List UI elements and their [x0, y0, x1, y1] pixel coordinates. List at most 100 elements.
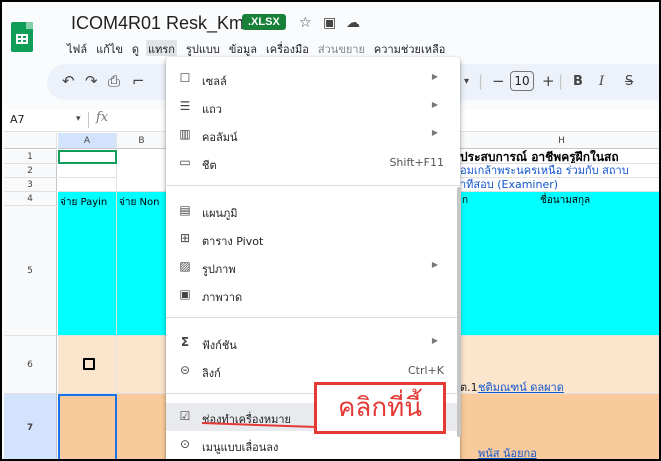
font-size-input[interactable]: 10	[510, 71, 534, 91]
annotation-callout: คลิกที่นี้	[314, 382, 446, 434]
sheet-icon: ▭	[179, 155, 191, 169]
cell-a6[interactable]	[58, 336, 117, 394]
cell-h6[interactable]: ต.1 ชติมณฑน์ ดลผาด	[460, 336, 659, 394]
menu-edit[interactable]: แก้ไข	[96, 40, 123, 56]
menu-file[interactable]: ไฟล์	[67, 40, 87, 56]
bold-button[interactable]: B	[573, 74, 583, 89]
xlsx-badge: .XLSX	[242, 14, 286, 30]
column-header-b[interactable]: B	[117, 133, 167, 149]
chart-icon: ▤	[179, 203, 191, 217]
menu-item-chart[interactable]: ▤ แผนภูมิ	[166, 197, 460, 225]
menu-tools[interactable]: เครื่องมือ	[266, 40, 309, 56]
menu-item-dropdown[interactable]: ⊙ เมนูแบบเลื่อนลง	[166, 431, 460, 459]
row-header-3[interactable]: 3	[4, 178, 57, 192]
cell-b4[interactable]: จ่าย Non	[117, 192, 167, 336]
cell-a3[interactable]	[58, 178, 117, 192]
checkbox-icon[interactable]	[83, 358, 95, 370]
menu-item-function[interactable]: Σ ฟังก์ชัน ▶	[166, 329, 460, 357]
submenu-arrow-icon: ▶	[431, 100, 438, 109]
cell-a7[interactable]	[58, 394, 117, 459]
toolbar-divider: |	[478, 72, 484, 90]
cell-h6-link[interactable]: ชติมณฑน์ ดลผาด	[478, 378, 564, 393]
sheets-logo-icon[interactable]	[11, 22, 33, 52]
image-icon: ▨	[179, 259, 191, 273]
menu-item-label: แผนภูมิ	[202, 207, 238, 220]
cell-h6-prefix: ต.1	[460, 381, 478, 394]
name-box-dropdown-icon[interactable]: ▾	[76, 114, 81, 124]
menu-insert[interactable]: แทรก	[146, 40, 177, 56]
cell-h2[interactable]: อมเกล้าพระนครเหนือ ร่วมกับ สถาบ	[460, 164, 659, 178]
submenu-arrow-icon: ▶	[431, 336, 438, 345]
menu-item-label: เซลล์	[202, 75, 227, 88]
drawing-icon: ▣	[179, 287, 191, 301]
menu-divider	[166, 185, 460, 186]
cell-h4-text: ชื่อนามสกุล	[540, 195, 591, 206]
redo-icon[interactable]: ↷	[85, 72, 98, 90]
menu-format[interactable]: รูปแบบ	[186, 40, 220, 56]
menu-divider	[166, 317, 460, 318]
row-header-7[interactable]: 7	[4, 394, 57, 459]
menu-item-drawing[interactable]: ▣ ภาพวาด	[166, 281, 460, 309]
column-icon: ▥	[179, 127, 191, 141]
submenu-arrow-icon: ▶	[431, 72, 438, 81]
column-header-a[interactable]: A	[58, 133, 117, 149]
menu-item-label: ฟังก์ชัน	[202, 339, 237, 352]
cell-h4[interactable]: ก ชื่อนามสกุล	[460, 192, 659, 336]
cell-h7-link[interactable]: พนัส น้อยกอ	[478, 444, 537, 459]
cell-h1[interactable]: ประสบการณ์ อาชีพครูฝึกในสถ	[460, 150, 659, 164]
menu-item-pivot[interactable]: ⊞ ตาราง Pivot	[166, 225, 460, 253]
star-icon[interactable]: ☆	[299, 15, 312, 31]
menu-item-cells[interactable]: ☐ เซลล์ ▶	[166, 65, 460, 93]
decrease-font-size-button[interactable]: −	[492, 72, 505, 90]
menu-extensions[interactable]: ส่วนขยาย	[318, 40, 365, 56]
menu-item-columns[interactable]: ▥ คอลัมน์ ▶	[166, 121, 460, 149]
row-header-1[interactable]: 1	[4, 150, 57, 164]
cell-h7[interactable]: พนัส น้อยกอ	[460, 394, 659, 459]
row-header-2[interactable]: 2	[4, 164, 57, 178]
sigma-icon: Σ	[180, 335, 190, 349]
column-header-h[interactable]: H	[460, 133, 659, 149]
toolbar-divider: |	[558, 72, 564, 90]
undo-icon[interactable]: ↶	[62, 72, 75, 90]
menu-view[interactable]: ดู	[132, 40, 139, 56]
menu-item-rows[interactable]: ☰ แถว ▶	[166, 93, 460, 121]
cell-h3-text: าที่สอบ (Examiner)	[460, 178, 559, 191]
paint-format-icon[interactable]: ⌐	[132, 72, 145, 90]
cell-a2[interactable]	[58, 164, 117, 178]
row-icon: ☰	[179, 99, 191, 113]
increase-font-size-button[interactable]: +	[542, 72, 555, 90]
cloud-status-icon[interactable]: ☁	[346, 15, 360, 31]
pivot-icon: ⊞	[179, 231, 191, 245]
name-box[interactable]: A7	[10, 113, 25, 126]
window: ICOM4R01 Resk_Kmutnb .XLSX ☆ ▣ ☁ ไฟล์ แก…	[0, 0, 661, 461]
font-dropdown-arrow-icon[interactable]: ▾	[464, 76, 469, 87]
menu-item-image[interactable]: ▨ รูปภาพ ▶	[166, 253, 460, 281]
menu-item-sheet[interactable]: ▭ ชีต Shift+F11	[166, 149, 460, 177]
italic-button[interactable]: I	[599, 74, 604, 89]
menu-item-label: รูปภาพ	[202, 263, 236, 276]
submenu-arrow-icon: ▶	[431, 260, 438, 269]
cell-b1-3[interactable]	[117, 150, 167, 192]
select-all-corner[interactable]	[4, 133, 57, 149]
menu-scrollbar[interactable]	[457, 187, 461, 437]
cell-b6[interactable]	[117, 336, 167, 394]
print-icon[interactable]: ⎙	[108, 72, 120, 90]
cell-b7[interactable]	[117, 394, 167, 459]
menu-help[interactable]: ความช่วยเหลือ	[374, 40, 445, 56]
menu-bar: ไฟล์ แก้ไข ดู แทรก รูปแบบ ข้อมูล เครื่อง…	[67, 40, 454, 56]
cell-a1[interactable]	[58, 150, 117, 164]
cell-a4[interactable]: จ่าย Payin	[58, 192, 117, 336]
menu-shortcut: Shift+F11	[389, 156, 444, 169]
row-header-5[interactable]: 5	[4, 206, 57, 336]
move-folder-icon[interactable]: ▣	[323, 15, 336, 31]
cell-h3[interactable]: าที่สอบ (Examiner)	[460, 178, 659, 192]
cell-a4-text: จ่าย Payin	[60, 197, 108, 208]
row-header-4[interactable]: 4	[4, 192, 57, 206]
fx-icon: fx	[96, 110, 109, 125]
menu-item-label: เมนูแบบเลื่อนลง	[202, 441, 279, 454]
menu-item-link[interactable]: ⊝ ลิงก์ Ctrl+K	[166, 357, 460, 385]
menu-item-label: ชีต	[202, 159, 217, 172]
row-header-6[interactable]: 6	[4, 336, 57, 394]
strikethrough-button[interactable]: S	[625, 74, 633, 89]
menu-data[interactable]: ข้อมูล	[229, 40, 257, 56]
